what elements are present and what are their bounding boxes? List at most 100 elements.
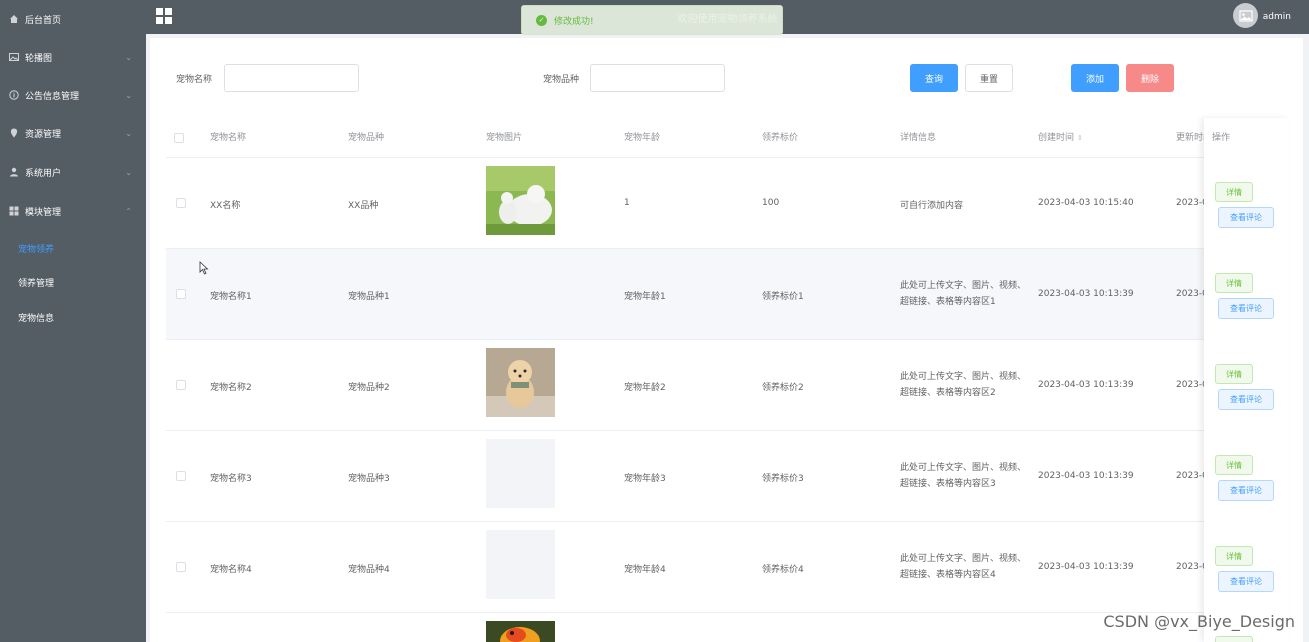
sidebar-item-modules[interactable]: 模块管理 ⌃ [0, 192, 146, 230]
detail-button[interactable]: 详情 [1215, 273, 1253, 293]
sidebar-item-label: 公告信息管理 [25, 91, 80, 102]
cell-breed: 宠物品种3 [348, 474, 390, 484]
sidebar-item-users[interactable]: 系统用户 ⌄ [0, 153, 146, 191]
cell-price: 领养标价4 [762, 565, 804, 575]
pet-breed-input[interactable] [590, 64, 725, 92]
cell-detail: 此处可上传文字、图片、视频、超链接、表格等内容区4 [900, 554, 1027, 580]
cell-age: 宠物年龄4 [624, 565, 666, 575]
home-icon [8, 14, 19, 25]
image-icon [8, 52, 19, 63]
view-comments-button[interactable]: 查看评论 [1218, 389, 1274, 410]
detail-button[interactable] [1215, 636, 1253, 642]
chevron-up-icon: ⌃ [125, 206, 132, 216]
pet-image[interactable] [486, 621, 555, 642]
sidebar: 后台首页 轮播图 ⌄ 公告信息管理 ⌄ 资源管理 ⌄ 系统用户 ⌄ 模块管理 ⌃ [0, 0, 146, 642]
pet-name-input[interactable] [224, 64, 359, 92]
check-circle-icon: ✓ [536, 14, 547, 26]
chevron-down-icon: ⌄ [125, 90, 132, 100]
cell-price: 领养标价3 [762, 474, 804, 484]
delete-button[interactable]: 删除 [1126, 64, 1174, 92]
sidebar-item-resource[interactable]: 资源管理 ⌄ [0, 114, 146, 152]
cell-age: 宠物年龄2 [624, 383, 666, 393]
col-detail: 详情信息 [900, 133, 937, 143]
sidebar-subitem-adopt-manage[interactable]: 领养管理 [0, 265, 146, 299]
cell-age: 宠物年龄3 [624, 474, 666, 484]
pet-image[interactable] [486, 348, 555, 417]
col-name: 宠物名称 [210, 133, 247, 143]
row-checkbox[interactable] [176, 289, 186, 299]
view-comments-button[interactable]: 查看评论 [1218, 298, 1274, 319]
sort-icon[interactable]: ⇕ [1077, 134, 1083, 142]
cell-detail: 此处可上传文字、图片、视频、超链接、表格等内容区2 [900, 372, 1027, 398]
username[interactable]: admin [1263, 12, 1291, 22]
pet-image-placeholder[interactable] [486, 439, 555, 508]
location-icon [8, 128, 19, 139]
cell-created: 2023-04-03 10:13:39 [1038, 289, 1134, 299]
row-checkbox[interactable] [176, 198, 186, 208]
sidebar-item-label: 轮播图 [25, 53, 53, 64]
toast-message: 修改成功! [554, 16, 594, 27]
cell-breed: 宠物品种1 [348, 292, 390, 302]
cell-detail: 此处可上传文字、图片、视频、超链接、表格等内容区3 [900, 463, 1027, 489]
watermark: CSDN @vx_Biye_Design [1103, 612, 1295, 631]
cell-detail: 此处可上传文字、图片、视频、超链接、表格等内容区1 [900, 281, 1027, 307]
cell-name: 宠物名称4 [210, 565, 252, 575]
cell-created: 2023-04-03 10:13:39 [1038, 562, 1134, 572]
grid-icon [8, 206, 19, 217]
success-toast: ✓ 修改成功! [521, 5, 783, 35]
cell-created: 2023-04-03 10:13:39 [1038, 380, 1134, 390]
table-row: 宠物名称3 宠物品种3 宠物年龄3 领养标价3 此处可上传文字、图片、视频、超链… [166, 431, 1288, 522]
pet-breed-label: 宠物品种 [543, 75, 580, 85]
col-breed: 宠物品种 [348, 133, 385, 143]
avatar[interactable] [1233, 3, 1258, 28]
col-price: 领养标价 [762, 133, 799, 143]
chevron-down-icon: ⌄ [125, 167, 132, 177]
table-row: 宠物名称1 宠物品种1 宠物年龄1 领养标价1 此处可上传文字、图片、视频、超链… [166, 249, 1288, 340]
sidebar-item-notice[interactable]: 公告信息管理 ⌄ [0, 76, 146, 114]
detail-button[interactable]: 详情 [1215, 182, 1253, 202]
query-button[interactable]: 查询 [910, 64, 958, 92]
sidebar-subitem-pet-info[interactable]: 宠物信息 [0, 300, 146, 334]
detail-button[interactable]: 详情 [1215, 546, 1253, 566]
table-header: 宠物名称 宠物品种 宠物图片 宠物年龄 领养标价 详情信息 创建时间 ⇕ 更新时间 [166, 118, 1288, 158]
col-operation: 操作 [1212, 133, 1231, 143]
cell-breed: 宠物品种2 [348, 383, 390, 393]
sidebar-subitem-pet-adopt[interactable]: 宠物领养 [0, 231, 146, 265]
sidebar-item-home[interactable]: 后台首页 [0, 0, 146, 38]
sidebar-item-carousel[interactable]: 轮播图 ⌄ [0, 38, 146, 76]
pet-image-placeholder[interactable] [486, 530, 555, 599]
select-all-checkbox[interactable] [174, 133, 184, 143]
info-icon [8, 90, 19, 101]
row-checkbox[interactable] [176, 380, 186, 390]
table-row: 宠物名称4 宠物品种4 宠物年龄4 领养标价4 此处可上传文字、图片、视频、超链… [166, 522, 1288, 613]
row-checkbox[interactable] [176, 471, 186, 481]
operation-column: 操作 详情 查看评论 详情 查看评论 详情 查看评论 详情 查看评论 详情 查看… [1204, 118, 1289, 642]
cell-price: 100 [762, 198, 780, 208]
table-row: 宠物名称2 宠物品种2 宠物年龄2 领养标价2 此处可上传文字、图片、视频、超链… [166, 340, 1288, 431]
pet-image[interactable] [486, 166, 555, 235]
cell-age: 1 [624, 198, 630, 208]
avatar-image-icon [1238, 9, 1253, 22]
cell-name: 宠物名称3 [210, 474, 252, 484]
chevron-down-icon: ⌄ [125, 128, 132, 138]
col-age: 宠物年龄 [624, 133, 661, 143]
chevron-down-icon: ⌄ [125, 52, 132, 62]
detail-button[interactable]: 详情 [1215, 455, 1253, 475]
col-created[interactable]: 创建时间 ⇕ [1038, 118, 1083, 158]
cell-price: 领养标价1 [762, 292, 804, 302]
sidebar-item-label: 资源管理 [25, 129, 62, 140]
cell-age: 宠物年龄1 [624, 292, 666, 302]
row-checkbox[interactable] [176, 562, 186, 572]
cell-name: 宠物名称1 [210, 292, 252, 302]
cell-price: 领养标价2 [762, 383, 804, 393]
view-comments-button[interactable]: 查看评论 [1218, 571, 1274, 592]
reset-button[interactable]: 重置 [965, 64, 1013, 92]
add-button[interactable]: 添加 [1071, 64, 1119, 92]
cell-breed: XX品种 [348, 201, 379, 211]
view-comments-button[interactable]: 查看评论 [1218, 207, 1274, 228]
view-comments-button[interactable]: 查看评论 [1218, 480, 1274, 501]
sidebar-item-label: 模块管理 [25, 207, 62, 218]
detail-button[interactable]: 详情 [1215, 364, 1253, 384]
pet-name-label: 宠物名称 [176, 75, 213, 85]
pet-table: 宠物名称 宠物品种 宠物图片 宠物年龄 领养标价 详情信息 创建时间 ⇕ 更新时间… [166, 118, 1288, 642]
